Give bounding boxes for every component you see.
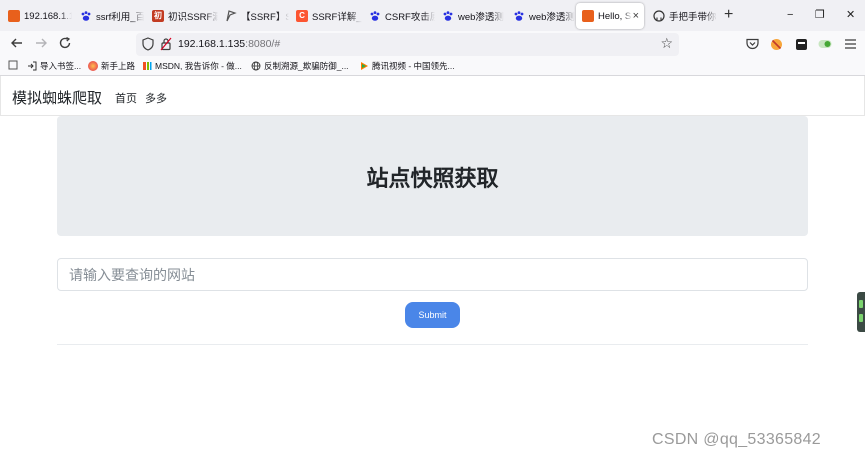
bookmarks-bar: 导入书签... 新手上路 MSDN, 我告诉你 - 做... 反制溯源_欺骗防御… <box>0 58 865 76</box>
baidu-paw-icon <box>80 10 92 22</box>
hero-banner: 站点快照获取 <box>57 116 808 236</box>
web-page: 模拟蜘蛛爬取 首页 多多 站点快照获取 Submit CSDN @qq_5336… <box>0 76 865 460</box>
side-panel-handle[interactable] <box>857 292 865 332</box>
tab-label: Hello, SS <box>598 10 632 22</box>
msdn-icon <box>142 61 152 71</box>
browser-tab[interactable]: 手把手带你 <box>647 3 717 29</box>
insecure-lock-icon[interactable] <box>160 37 172 54</box>
bookmark-item[interactable]: 新手上路 <box>88 60 135 72</box>
close-window-icon[interactable]: ✕ <box>846 5 855 25</box>
url-text: 192.168.1.135:8080/# <box>178 38 280 50</box>
bookmark-label: MSDN, 我告诉你 - 做... <box>155 61 242 71</box>
blocked-extension-icon[interactable] <box>769 37 783 51</box>
nav-link-more[interactable]: 多多 <box>145 90 167 106</box>
browser-tab[interactable]: web渗透测 <box>436 3 506 29</box>
menu-icon[interactable] <box>843 37 857 51</box>
csdn-c-icon: C <box>296 10 308 22</box>
pocket-icon[interactable] <box>745 37 759 51</box>
url-host: 192.168.1.135 <box>178 38 246 50</box>
reload-icon[interactable] <box>58 36 72 53</box>
minimize-icon[interactable]: − <box>787 5 793 25</box>
tencent-video-icon <box>359 61 369 71</box>
bookmark-star-icon[interactable]: ☆ <box>660 35 673 52</box>
new-tab-icon[interactable]: + <box>724 5 733 25</box>
browser-tab[interactable]: 初 初识SSRF漏 <box>146 3 218 29</box>
browser-toolbar: 192.168.1.135:8080/# ☆ <box>0 31 865 58</box>
divider <box>57 344 808 345</box>
submit-button[interactable]: Submit <box>405 302 460 328</box>
browser-tab-active[interactable]: Hello, SS × <box>576 3 644 29</box>
baidu-paw-icon <box>513 10 525 22</box>
bookmark-item[interactable]: MSDN, 我告诉你 - 做... <box>142 60 242 72</box>
browser-tab[interactable]: web渗透测 <box>507 3 575 29</box>
browser-tab[interactable]: C SSRF详解_ <box>290 3 362 29</box>
tab-label: 手把手带你 <box>669 12 717 23</box>
browser-tab[interactable]: ssrf利用_百 <box>74 3 144 29</box>
site-navbar: 模拟蜘蛛爬取 首页 多多 <box>0 76 865 116</box>
app-icon <box>582 10 594 22</box>
baidu-paw-icon <box>442 10 454 22</box>
shield-icon[interactable] <box>142 37 154 54</box>
tab-label: 【SSRF】S <box>241 12 289 23</box>
forward-arrow-icon[interactable] <box>34 36 48 53</box>
globe-icon <box>251 61 261 71</box>
bookmark-label: 导入书签... <box>40 61 82 71</box>
flag-logo-icon <box>225 10 237 22</box>
nav-link-home[interactable]: 首页 <box>115 90 137 106</box>
page-title: 站点快照获取 <box>366 166 499 191</box>
address-bar[interactable]: 192.168.1.135:8080/# ☆ <box>136 33 679 56</box>
app-icon <box>8 10 20 22</box>
back-arrow-icon[interactable] <box>10 36 24 53</box>
close-tab-icon[interactable]: × <box>633 9 639 23</box>
bookmark-item[interactable]: 反制溯源_欺骗防御_... <box>251 60 349 72</box>
bookmark-label: 新手上路 <box>101 61 136 71</box>
browser-tab[interactable]: CSRF攻击原 <box>363 3 435 29</box>
browser-tab[interactable]: 【SSRF】S <box>219 3 289 29</box>
site-brand[interactable]: 模拟蜘蛛爬取 <box>12 87 102 108</box>
tab-label: SSRF详解_ <box>312 12 362 23</box>
bookmark-item[interactable]: 导入书签... <box>27 60 81 72</box>
restore-icon[interactable]: ❐ <box>815 5 825 25</box>
url-query-input[interactable] <box>57 258 808 291</box>
tab-label: 初识SSRF漏 <box>168 12 218 23</box>
tab-label: web渗透测 <box>529 12 575 23</box>
browser-tab[interactable]: 192.168.1.1 <box>2 3 72 29</box>
firefox-icon <box>88 61 98 71</box>
csdn-watermark: CSDN @qq_53365842 <box>652 431 822 448</box>
github-icon <box>653 10 665 22</box>
bookmark-item[interactable]: 腾讯视频 - 中国领先... <box>359 60 455 72</box>
browser-tab-strip: 192.168.1.1 ssrf利用_百 初 初识SSRF漏 【SSRF】S C… <box>0 0 865 31</box>
bookmark-label: 反制溯源_欺骗防御_... <box>264 61 349 71</box>
tab-label: web渗透测 <box>458 12 504 23</box>
import-icon <box>27 61 37 71</box>
baidu-paw-icon <box>369 10 381 22</box>
bookmark-label: 腾讯视频 - 中国领先... <box>372 61 455 71</box>
url-path: :8080/# <box>245 38 281 50</box>
tab-label: 192.168.1.1 <box>24 10 72 22</box>
site-logo-icon: 初 <box>152 10 164 22</box>
tab-label: ssrf利用_百 <box>96 12 144 23</box>
toggle-extension-icon[interactable] <box>818 37 832 51</box>
bookmarks-toolbar-icon[interactable] <box>8 60 18 70</box>
tab-label: CSRF攻击原 <box>385 12 435 23</box>
extension-icon[interactable] <box>794 37 808 51</box>
